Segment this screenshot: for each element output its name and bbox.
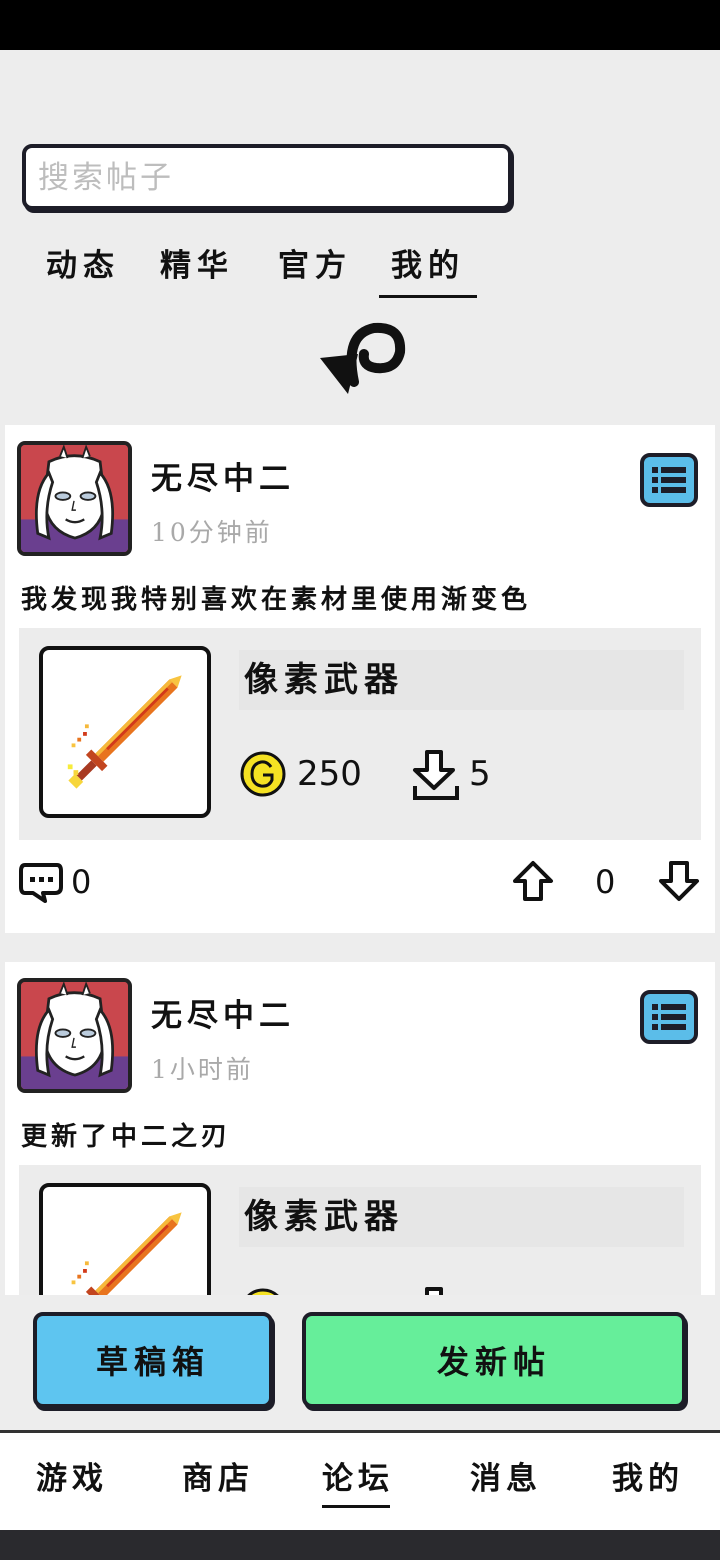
tab-mine[interactable]: 我的 xyxy=(379,240,477,298)
post-text: 我发现我特别喜欢在素材里使用渐变色 xyxy=(21,585,532,615)
attached-item[interactable]: 像素武器 250 5 xyxy=(19,628,701,840)
post-text: 更新了中二之刃 xyxy=(21,1122,232,1152)
sword-icon xyxy=(43,1187,207,1295)
tab-featured[interactable]: 精华 xyxy=(160,240,234,292)
item-title: 像素武器 xyxy=(239,650,684,710)
attached-item[interactable]: 像素武器 xyxy=(19,1165,701,1295)
upvote-icon[interactable] xyxy=(511,859,555,903)
nav-games[interactable]: 游戏 xyxy=(36,1453,108,1498)
post-footer: 0 0 xyxy=(5,855,715,915)
nav-profile[interactable]: 我的 xyxy=(612,1453,684,1498)
comment-icon[interactable] xyxy=(19,861,63,903)
downvote-icon[interactable] xyxy=(657,859,701,903)
tab-official[interactable]: 官方 xyxy=(278,240,352,292)
item-title: 像素武器 xyxy=(239,1187,684,1247)
post-menu-button[interactable] xyxy=(640,453,698,507)
coin-icon xyxy=(247,1288,279,1295)
bottom-nav: 游戏 商店 论坛 消息 我的 xyxy=(0,1430,720,1530)
avatar[interactable] xyxy=(17,441,132,556)
post-time: 10分钟前 xyxy=(151,518,273,547)
download-icon xyxy=(425,1287,443,1295)
search-box[interactable] xyxy=(22,144,512,210)
nav-forum[interactable]: 论坛 xyxy=(322,1453,394,1508)
download-count: 5 xyxy=(469,754,491,794)
post-time: 1小时前 xyxy=(151,1055,254,1084)
comment-count: 0 xyxy=(71,863,92,901)
vote-count: 0 xyxy=(595,863,616,901)
post-username[interactable]: 无尽中二 xyxy=(151,453,295,498)
post-username[interactable]: 无尽中二 xyxy=(151,990,295,1035)
status-bar xyxy=(0,0,720,50)
forum-tabs: 动态 精华 官方 我的 xyxy=(0,240,720,298)
item-price: 250 xyxy=(297,754,362,794)
post-feed[interactable]: 无尽中二 10分钟前 我发现我特别喜欢在素材里使用渐变色 像素武器 250 5 xyxy=(0,422,720,1295)
coin-icon xyxy=(240,751,286,797)
new-post-button[interactable]: 发新帖 xyxy=(302,1312,686,1408)
post-card[interactable]: 无尽中二 10分钟前 我发现我特别喜欢在素材里使用渐变色 像素武器 250 5 xyxy=(5,425,715,933)
post-menu-button[interactable] xyxy=(640,990,698,1044)
nav-shop[interactable]: 商店 xyxy=(182,1453,254,1498)
sword-icon xyxy=(43,650,207,814)
item-thumbnail xyxy=(39,646,211,818)
item-thumbnail xyxy=(39,1183,211,1295)
tab-feed[interactable]: 动态 xyxy=(46,240,120,292)
search-input[interactable] xyxy=(38,156,498,200)
drafts-button[interactable]: 草稿箱 xyxy=(33,1312,273,1408)
nav-messages[interactable]: 消息 xyxy=(470,1453,542,1498)
post-card[interactable]: 无尽中二 1小时前 更新了中二之刃 像素武器 xyxy=(5,962,715,1295)
system-nav-bar xyxy=(0,1530,720,1560)
download-icon xyxy=(413,750,459,800)
refresh-icon[interactable] xyxy=(314,316,408,398)
avatar[interactable] xyxy=(17,978,132,1093)
